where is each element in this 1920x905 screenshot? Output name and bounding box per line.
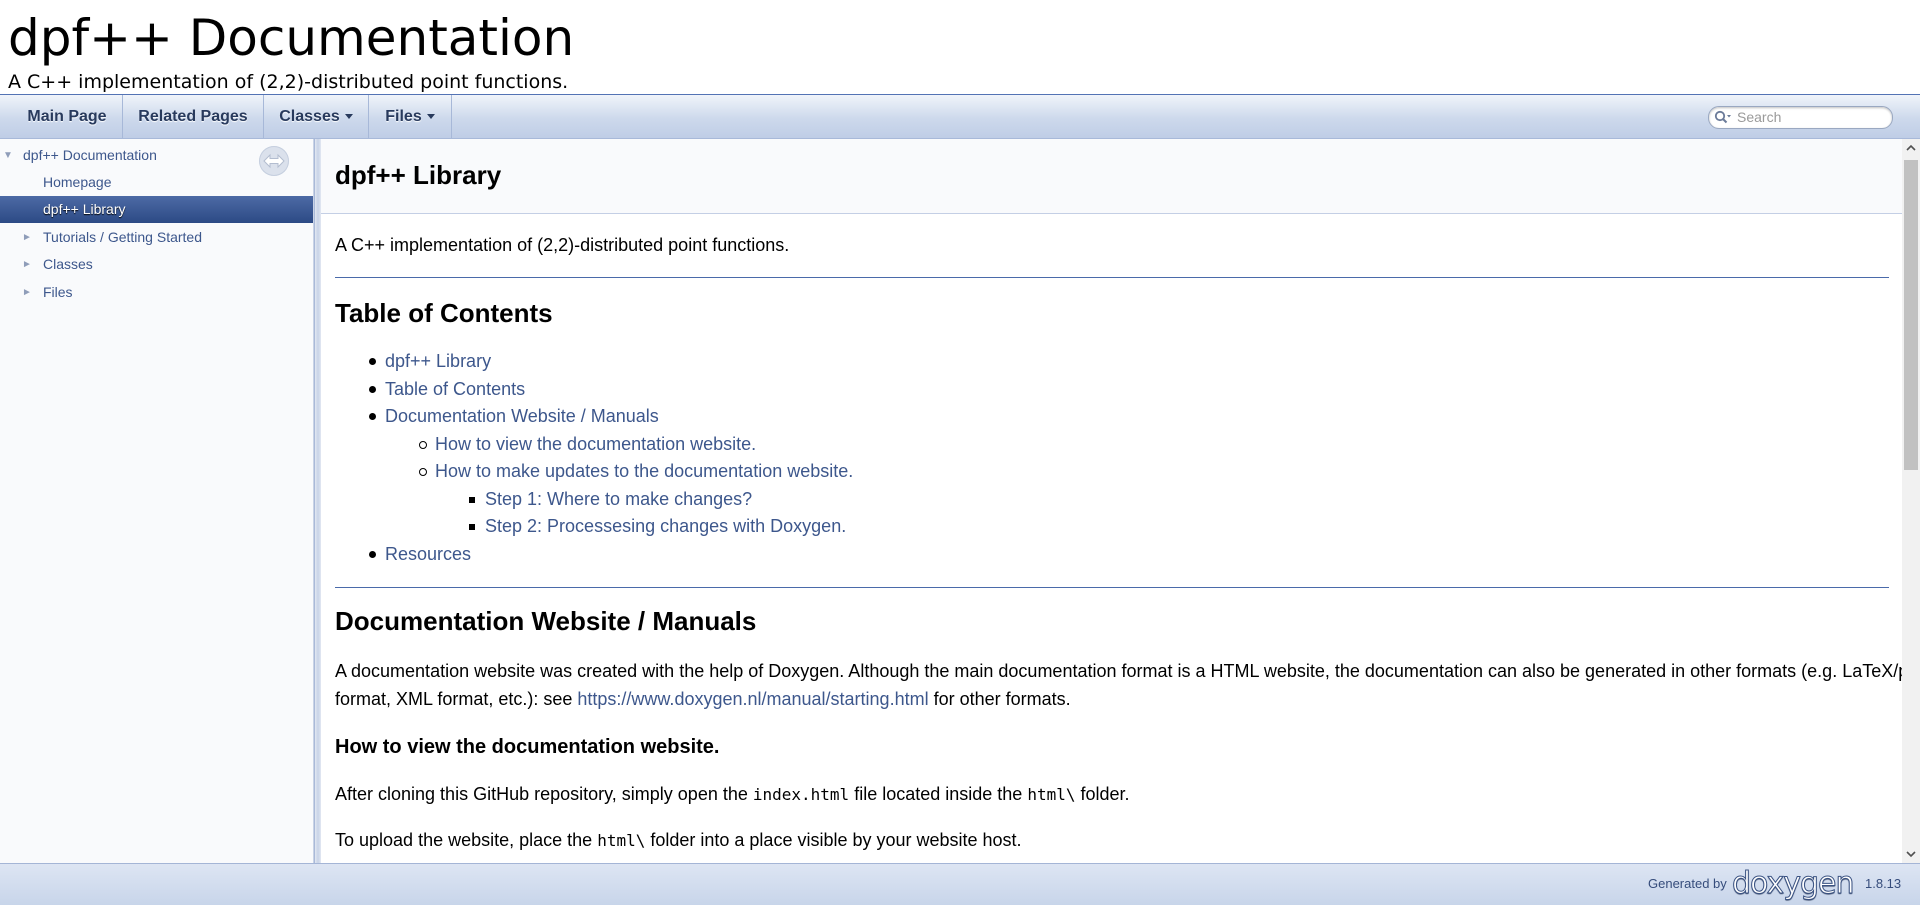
bullet-icon (419, 441, 427, 449)
toc-link-how-to-update[interactable]: How to make updates to the documentation… (435, 459, 853, 483)
chevron-down-icon (344, 114, 353, 120)
nav-related-pages-label: Related Pages (138, 108, 248, 125)
search-icon[interactable] (1714, 110, 1732, 125)
view-text: To upload the website, place the (335, 830, 598, 850)
tree-item-label: dpf++ Library (43, 201, 126, 217)
toc-heading: Table of Contents (335, 298, 553, 328)
nav-classes-label: Classes (279, 108, 340, 125)
chevron-down-icon (426, 114, 435, 120)
tree-item-label: Files (43, 284, 73, 300)
search-box (1708, 106, 1893, 129)
scroll-up-icon[interactable] (1902, 139, 1920, 157)
docs-paragraph-line2: format, XML format, etc.): see https://w… (335, 687, 1071, 711)
code-html-folder: html\ (597, 831, 646, 850)
divider (335, 587, 1889, 588)
toc-link-table-of-contents[interactable]: Table of Contents (385, 377, 525, 401)
sidebar-resize-handle[interactable] (314, 139, 321, 863)
tree-item-files[interactable]: ► Files (0, 279, 313, 306)
toc-link-how-to-view[interactable]: How to view the documentation website. (435, 432, 756, 456)
toc-link-dpf-library[interactable]: dpf++ Library (385, 349, 491, 373)
code-index-html: index.html (752, 785, 850, 804)
tree-item-classes[interactable]: ► Classes (0, 251, 313, 278)
nav-classes[interactable]: Classes (264, 95, 369, 138)
bullet-icon (469, 497, 475, 503)
toc-link-step-1[interactable]: Step 1: Where to make changes? (485, 487, 752, 511)
divider (335, 277, 1889, 278)
doxygen-logo[interactable]: doxygen (1732, 867, 1855, 900)
view-section-heading: How to view the documentation website. (335, 736, 720, 758)
doxygen-version: 1.8.13 (1865, 876, 1902, 891)
tree-item-label: Homepage (43, 174, 112, 190)
tree-item-label: Classes (43, 256, 93, 272)
scroll-thumb[interactable] (1904, 160, 1918, 470)
bullet-icon (369, 358, 376, 365)
collapsed-arrow-icon[interactable]: ► (22, 279, 32, 306)
view-text: folder. (1075, 784, 1130, 804)
docs-paragraph-line1: A documentation website was created with… (335, 661, 1902, 681)
bullet-icon (369, 551, 376, 558)
collapsed-arrow-icon[interactable]: ► (22, 251, 32, 278)
toc-link-resources[interactable]: Resources (385, 542, 471, 566)
content-scrollbar[interactable] (1902, 139, 1920, 863)
view-text: After cloning this GitHub repository, si… (335, 784, 753, 804)
generated-by-label: Generated by (1648, 876, 1727, 891)
tree-item-dpf-library[interactable]: dpf++ Library (0, 196, 313, 223)
tree-item-label: Tutorials / Getting Started (43, 229, 202, 245)
scroll-down-icon[interactable] (1902, 845, 1920, 863)
nav-related-pages[interactable]: Related Pages (123, 95, 264, 138)
sync-arrows-icon (263, 153, 285, 169)
docs-text: for other formats. (928, 689, 1071, 709)
view-text: folder into a place visible by your webs… (645, 830, 1022, 850)
collapsed-arrow-icon[interactable]: ► (22, 224, 32, 251)
page-title: dpf++ Library (335, 160, 502, 190)
search-input[interactable] (1737, 108, 1887, 126)
tree-item-tutorials[interactable]: ► Tutorials / Getting Started (0, 224, 313, 251)
bullet-icon (369, 413, 376, 420)
sync-toggle-button[interactable] (259, 146, 289, 176)
project-name: dpf++ Documentation (8, 9, 575, 67)
intro-text: A C++ implementation of (2,2)-distribute… (335, 235, 790, 255)
nav-tree-sidebar: ▼ dpf++ Documentation Homepage dpf++ Lib… (0, 139, 314, 863)
nav-files[interactable]: Files (369, 95, 452, 138)
project-brief: A C++ implementation of (2,2)-distribute… (8, 71, 569, 93)
bullet-icon (369, 386, 376, 393)
main-navbar: Main Page Related Pages Classes Files (0, 95, 1920, 139)
nav-main-page[interactable]: Main Page (0, 95, 123, 138)
docs-section-heading: Documentation Website / Manuals (335, 606, 757, 636)
bullet-icon (469, 524, 475, 530)
main-content: dpf++ Library A C++ implementation of (2… (321, 139, 1902, 863)
view-text: file located inside the (849, 784, 1028, 804)
toc-link-documentation-website[interactable]: Documentation Website / Manuals (385, 404, 659, 428)
doxygen-manual-link[interactable]: https://www.doxygen.nl/manual/starting.h… (577, 689, 928, 709)
code-html-folder: html\ (1027, 785, 1076, 804)
view-paragraph-1: After cloning this GitHub repository, si… (335, 782, 1130, 807)
docs-text: format, XML format, etc.): see (335, 689, 578, 709)
expanded-arrow-icon[interactable]: ▼ (3, 142, 13, 169)
view-paragraph-2: To upload the website, place the html\ f… (335, 828, 1022, 853)
title-area: dpf++ Documentation A C++ implementation… (0, 0, 1920, 95)
nav-files-label: Files (385, 108, 422, 125)
footer: Generated by doxygen 1.8.13 (0, 863, 1920, 905)
tree-item-label: dpf++ Documentation (23, 147, 157, 163)
toc-link-step-2[interactable]: Step 2: Processesing changes with Doxyge… (485, 514, 846, 538)
nav-main-page-label: Main Page (27, 108, 107, 125)
page-header: dpf++ Library (321, 139, 1902, 214)
bullet-icon (419, 468, 427, 476)
